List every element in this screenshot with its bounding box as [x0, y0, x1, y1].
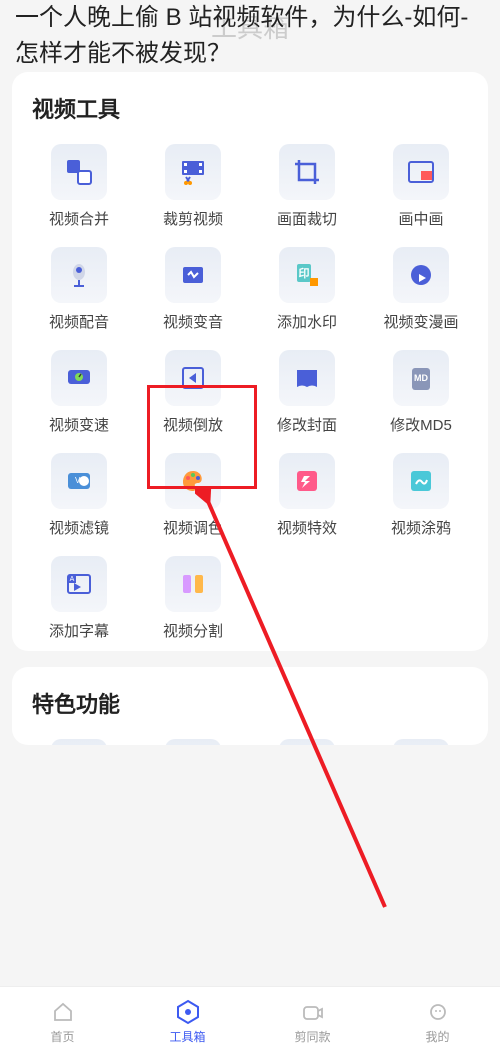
- tool-label: 视频涂鸦: [391, 517, 451, 538]
- nav-home[interactable]: 首页: [0, 998, 125, 1045]
- home-icon: [49, 998, 77, 1026]
- section-title: 特色功能: [26, 687, 474, 719]
- tool-split[interactable]: 视频分割: [140, 556, 246, 641]
- tool-label: 画中画: [398, 208, 443, 229]
- tool-label: 视频特效: [277, 517, 337, 538]
- merge-icon: [51, 144, 107, 200]
- tool-video-trim[interactable]: 裁剪视频: [140, 144, 246, 229]
- tool-label: 视频变速: [49, 414, 109, 435]
- tool-crop[interactable]: 画面裁切: [254, 144, 360, 229]
- tool-label: 视频倒放: [163, 414, 223, 435]
- nav-label: 我的: [425, 1028, 449, 1045]
- tool-label: 视频分割: [163, 620, 223, 641]
- cover-icon: [279, 350, 335, 406]
- profile-icon: [424, 998, 452, 1026]
- tool-watermark[interactable]: 印 添加水印: [254, 247, 360, 332]
- speed-icon: [51, 350, 107, 406]
- fx-icon: [279, 453, 335, 509]
- md5-icon: MD: [393, 350, 449, 406]
- tool-fx[interactable]: 视频特效: [254, 453, 360, 538]
- tool-draw[interactable]: 视频涂鸦: [368, 453, 474, 538]
- tool-label: 视频变漫画: [383, 311, 458, 332]
- tool-label: 添加水印: [277, 311, 337, 332]
- watermark-icon: 印: [279, 247, 335, 303]
- special-features-section: 特色功能 提取音频 GIF GIF制作 e 网页长截图: [12, 667, 488, 745]
- comic-icon: [393, 247, 449, 303]
- tool-label: 视频合并: [49, 208, 109, 229]
- tool-label: 修改MD5: [390, 414, 452, 435]
- tool-filter[interactable]: VR 视频滤镜: [26, 453, 132, 538]
- crop-icon: [279, 144, 335, 200]
- tool-reverse[interactable]: 视频倒放: [140, 350, 246, 435]
- tool-label: 裁剪视频: [163, 208, 223, 229]
- nav-label: 首页: [50, 1028, 74, 1045]
- special-features-grid: 提取音频 GIF GIF制作 e 网页长截图 二维码制作: [26, 739, 474, 745]
- nav-profile[interactable]: 我的: [375, 998, 500, 1045]
- webshot-icon: e: [279, 739, 335, 745]
- svg-text:VR: VR: [75, 476, 86, 485]
- audio-icon: [51, 739, 107, 745]
- tool-subtitle[interactable]: A 添加字幕: [26, 556, 132, 641]
- tool-qr[interactable]: 二维码制作: [368, 739, 474, 745]
- reverse-icon: [165, 350, 221, 406]
- split-icon: [165, 556, 221, 612]
- page-header-title: 工具箱: [211, 8, 289, 45]
- tool-label: 视频配音: [49, 311, 109, 332]
- tool-label: 添加字幕: [49, 620, 109, 641]
- color-icon: [165, 453, 221, 509]
- video-tools-section: 视频工具 视频合并 裁剪视频 画面裁切: [12, 72, 488, 651]
- dub-icon: [51, 247, 107, 303]
- tool-extract-audio[interactable]: 提取音频: [26, 739, 132, 745]
- camera-icon: [299, 998, 327, 1026]
- tool-label: 修改封面: [277, 414, 337, 435]
- nav-toolbox[interactable]: 工具箱: [125, 998, 250, 1045]
- draw-icon: [393, 453, 449, 509]
- tool-color[interactable]: 视频调色: [140, 453, 246, 538]
- bottom-nav: 首页 工具箱 剪同款 我的: [0, 986, 500, 1056]
- section-title: 视频工具: [26, 92, 474, 124]
- tool-pip[interactable]: 画中画: [368, 144, 474, 229]
- nav-camera[interactable]: 剪同款: [250, 998, 375, 1045]
- tool-video-merge[interactable]: 视频合并: [26, 144, 132, 229]
- tool-label: 视频变音: [163, 311, 223, 332]
- pip-icon: [393, 144, 449, 200]
- svg-text:MD: MD: [414, 373, 428, 383]
- subtitle-icon: A: [51, 556, 107, 612]
- tool-md5[interactable]: MD 修改MD5: [368, 350, 474, 435]
- tool-voice-change[interactable]: 视频变音: [140, 247, 246, 332]
- tool-webshot[interactable]: e 网页长截图: [254, 739, 360, 745]
- trim-icon: [165, 144, 221, 200]
- tool-cover[interactable]: 修改封面: [254, 350, 360, 435]
- main-content: 视频工具 视频合并 裁剪视频 画面裁切: [0, 60, 500, 986]
- nav-label: 工具箱: [169, 1028, 205, 1045]
- qr-icon: [393, 739, 449, 745]
- tool-comic[interactable]: 视频变漫画: [368, 247, 474, 332]
- toolbox-icon: [174, 998, 202, 1026]
- video-tools-grid: 视频合并 裁剪视频 画面裁切 画中画: [26, 144, 474, 641]
- filter-icon: VR: [51, 453, 107, 509]
- tool-label: 视频调色: [163, 517, 223, 538]
- tool-label: 画面裁切: [277, 208, 337, 229]
- tool-label: 视频滤镜: [49, 517, 109, 538]
- tool-dub[interactable]: 视频配音: [26, 247, 132, 332]
- svg-text:A: A: [70, 576, 75, 583]
- voice-icon: [165, 247, 221, 303]
- tool-gif[interactable]: GIF GIF制作: [140, 739, 246, 745]
- svg-text:印: 印: [299, 267, 310, 280]
- nav-label: 剪同款: [294, 1028, 330, 1045]
- tool-speed[interactable]: 视频变速: [26, 350, 132, 435]
- gif-icon: GIF: [165, 739, 221, 745]
